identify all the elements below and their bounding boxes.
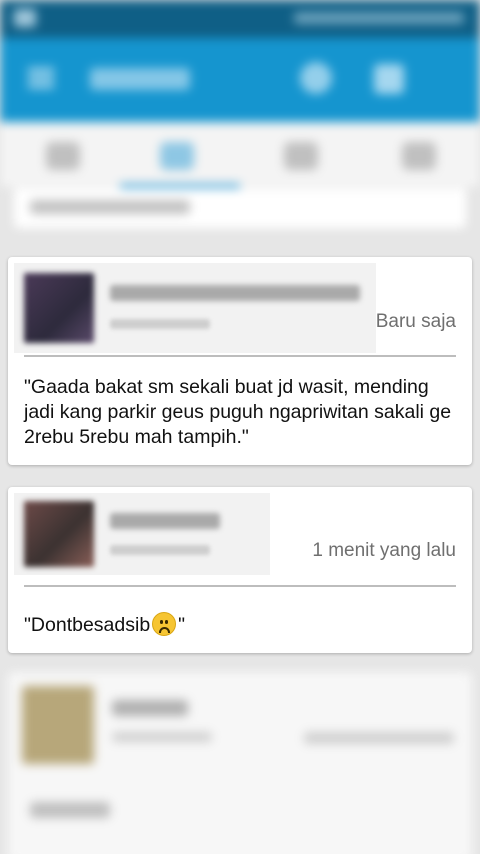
divider: [24, 355, 456, 357]
user-name-redacted: [110, 285, 360, 301]
next-card-sub: [112, 732, 212, 742]
user-subtitle-redacted: [110, 319, 210, 329]
status-bar: [0, 0, 480, 38]
next-card-time: [304, 732, 454, 744]
user-name-redacted: [110, 513, 220, 529]
app-bar: [0, 38, 480, 122]
next-card: [8, 672, 472, 854]
comment-text-end: ": [178, 614, 186, 636]
profile-icon[interactable]: [300, 62, 332, 94]
previous-card: [14, 188, 466, 228]
comment-text: "Gaada bakat sm sekali buat jd wasit, me…: [24, 376, 452, 448]
app-title: [90, 68, 190, 90]
tab-home-icon[interactable]: [46, 142, 80, 170]
tab-bar: [0, 122, 480, 188]
comment-card[interactable]: Baru saja "Gaada bakat sm sekali buat jd…: [8, 257, 472, 465]
comment-timestamp: Baru saja: [375, 311, 456, 332]
next-card-avatar: [22, 686, 94, 764]
menu-icon[interactable]: [28, 68, 54, 88]
frowning-face-icon: [152, 612, 177, 636]
comment-card[interactable]: 1 menit yang lalu "Dontbesadsib ": [8, 487, 472, 653]
comment-text-start: "Dontbesadsib: [24, 614, 151, 636]
divider: [24, 585, 456, 587]
status-icons: [294, 12, 464, 24]
avatar[interactable]: [24, 501, 94, 567]
tab-indicator: [120, 184, 240, 188]
tab-comments-icon[interactable]: [160, 142, 194, 170]
comment-text: "Dontbesadsib ": [24, 612, 458, 638]
tab-settings-icon[interactable]: [402, 142, 436, 170]
notification-icon: [14, 9, 36, 27]
comment-timestamp: 1 menit yang lalu: [312, 540, 456, 561]
inbox-icon[interactable]: [374, 64, 404, 94]
next-card-name: [112, 700, 188, 716]
tab-people-icon[interactable]: [284, 142, 318, 170]
avatar[interactable]: [24, 273, 94, 343]
next-card-text: [30, 802, 110, 818]
user-info-block[interactable]: [14, 493, 270, 575]
user-subtitle-redacted: [110, 545, 210, 555]
previous-card-text: [30, 200, 190, 214]
user-info-block[interactable]: [14, 263, 376, 353]
